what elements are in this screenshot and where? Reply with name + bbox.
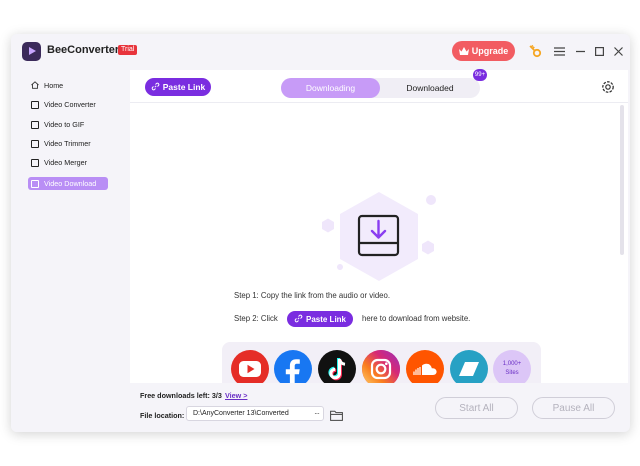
folder-icon[interactable] (330, 408, 343, 421)
crown-icon (458, 47, 469, 55)
download-icon (31, 179, 39, 188)
sidebar: Home Video Converter Video to GIF Video … (11, 68, 130, 432)
paste-link-inline-button[interactable]: Paste Link (287, 311, 353, 327)
more-sites-label: Sites (505, 370, 519, 376)
step-2-prefix: Step 2: Click (234, 314, 278, 323)
sidebar-item-video-to-gif[interactable]: Video to GIF (28, 118, 108, 131)
upgrade-label: Upgrade (471, 46, 509, 56)
app-name: BeeConverter (47, 44, 120, 56)
upgrade-button[interactable]: Upgrade (452, 41, 515, 61)
paste-link-inline-label: Paste Link (305, 314, 346, 324)
trimmer-icon (31, 139, 39, 148)
minimize-icon[interactable] (573, 44, 587, 58)
tab-downloading[interactable]: Downloading (281, 78, 380, 98)
main-panel: Paste Link Downloading Downloaded 99+ St… (130, 69, 628, 430)
step-1-text: Step 1: Copy the link from the audio or … (234, 291, 391, 300)
start-all-button[interactable]: Start All (435, 397, 518, 419)
sidebar-item-video-trimmer[interactable]: Video Trimmer (28, 137, 108, 150)
link-icon (151, 82, 160, 93)
sidebar-item-video-merger[interactable]: Video Merger (28, 156, 108, 169)
merger-icon (31, 158, 39, 167)
download-illustration (310, 187, 440, 297)
app-window: BeeConverter Trial Upgrade Home Video Co… (11, 34, 630, 432)
maximize-icon[interactable] (592, 44, 606, 58)
pause-all-button[interactable]: Pause All (532, 397, 615, 419)
menu-icon[interactable] (552, 44, 566, 58)
link-icon (294, 314, 303, 325)
more-options-icon[interactable]: ··· (314, 407, 320, 420)
trial-badge: Trial (118, 45, 138, 55)
sidebar-item-label: Video to GIF (44, 120, 85, 129)
home-icon (31, 80, 39, 91)
key-icon[interactable] (528, 44, 542, 58)
more-sites-count: 1,000+ (502, 361, 522, 367)
scrollbar[interactable] (620, 105, 624, 255)
sidebar-item-home[interactable]: Home (28, 79, 108, 92)
download-tabs: Downloading Downloaded (281, 78, 480, 98)
file-location-label: File location: (140, 411, 185, 420)
title-bar: BeeConverter Trial Upgrade (11, 34, 630, 68)
sidebar-item-label: Video Merger (44, 158, 88, 167)
gif-icon (31, 120, 39, 129)
bottom-bar: Free downloads left: 3/3 View > File loc… (130, 383, 628, 430)
tab-downloaded[interactable]: Downloaded (380, 78, 480, 98)
converter-icon (31, 100, 39, 109)
sidebar-item-video-download[interactable]: Video Download (28, 177, 108, 190)
sidebar-item-label: Video Converter (44, 100, 96, 109)
view-link[interactable]: View > (225, 391, 247, 400)
file-location-value: D:\AnyConverter 13\Converted (193, 410, 289, 417)
file-location-field[interactable]: D:\AnyConverter 13\Converted ··· (186, 406, 324, 421)
gear-icon[interactable] (600, 79, 616, 95)
app-logo-icon (22, 42, 41, 61)
toolbar: Paste Link Downloading Downloaded 99+ (130, 69, 628, 103)
sidebar-item-label: Home (44, 81, 64, 90)
sidebar-item-video-converter[interactable]: Video Converter (28, 98, 108, 111)
downloaded-count-badge: 99+ (473, 69, 487, 81)
sidebar-item-label: Video Trimmer (44, 139, 91, 148)
paste-link-button[interactable]: Paste Link (145, 78, 211, 96)
free-downloads-text: Free downloads left: 3/3 (140, 391, 222, 400)
step-2-suffix: here to download from website. (362, 314, 471, 323)
paste-link-label: Paste Link (162, 82, 206, 92)
close-icon[interactable] (611, 44, 625, 58)
sidebar-item-label: Video Download (44, 179, 97, 188)
